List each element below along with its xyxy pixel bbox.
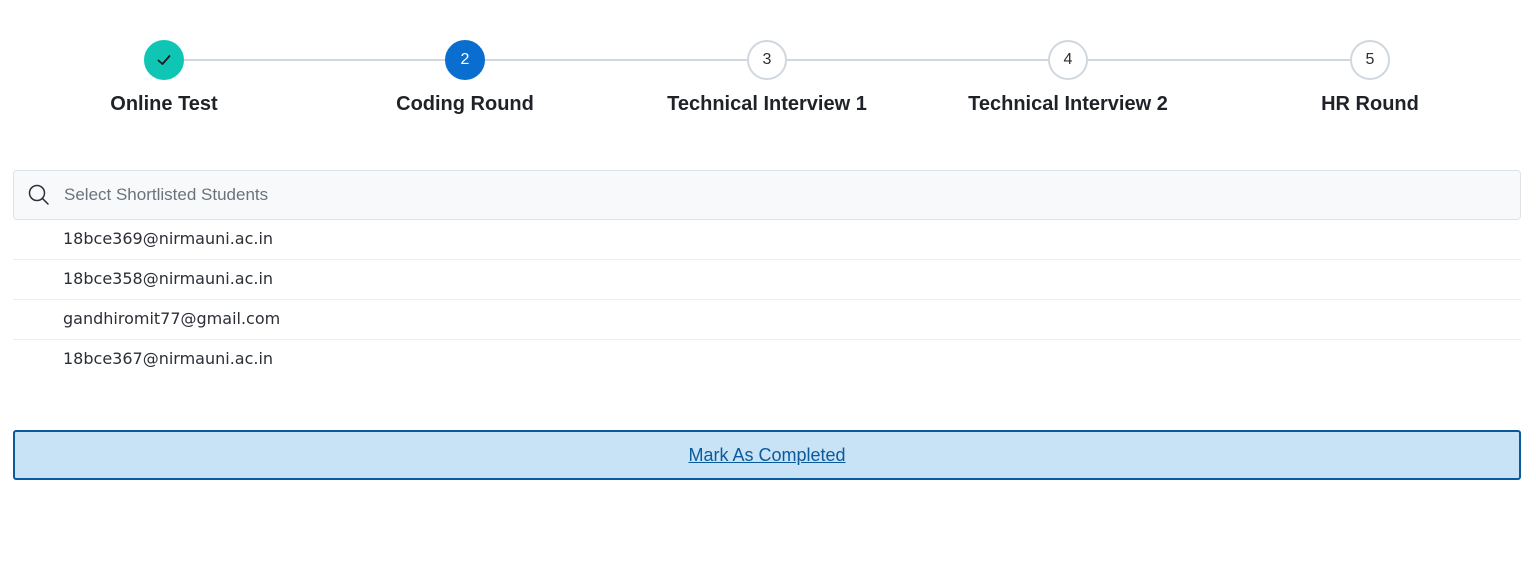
student-option[interactable]: gandhiromit77@gmail.com: [13, 300, 1521, 340]
student-search-box[interactable]: [13, 170, 1521, 220]
mark-as-completed-button[interactable]: Mark As Completed: [13, 430, 1521, 480]
step-3-circle: 3: [747, 40, 787, 80]
step-technical-interview-1[interactable]: 3 Technical Interview 1: [617, 40, 917, 116]
step-label: Coding Round: [396, 93, 534, 115]
step-2-circle: 2: [445, 40, 485, 80]
step-technical-interview-2[interactable]: 4 Technical Interview 2: [918, 40, 1218, 116]
step-coding-round[interactable]: 2 Coding Round: [315, 40, 615, 116]
step-label: Technical Interview 1: [667, 93, 867, 115]
student-option[interactable]: 18bce358@nirmauni.ac.in: [13, 260, 1521, 300]
student-option[interactable]: 18bce369@nirmauni.ac.in: [13, 220, 1521, 260]
round-stepper: Online Test 2 Coding Round 3 Technical I…: [0, 0, 1536, 130]
step-4-circle: 4: [1048, 40, 1088, 80]
step-5-circle: 5: [1350, 40, 1390, 80]
step-online-test[interactable]: Online Test: [14, 40, 314, 116]
step-1-circle: [144, 40, 184, 80]
student-option[interactable]: 18bce367@nirmauni.ac.in: [13, 340, 1521, 380]
search-input[interactable]: [64, 172, 1520, 218]
shortlisted-student-list: 18bce369@nirmauni.ac.in 18bce358@nirmaun…: [13, 220, 1521, 380]
search-icon: [14, 171, 64, 219]
step-hr-round[interactable]: 5 HR Round: [1220, 40, 1520, 116]
check-icon: [157, 55, 171, 65]
step-label: Technical Interview 2: [968, 93, 1168, 115]
step-label: Online Test: [110, 93, 218, 115]
step-label: HR Round: [1321, 93, 1419, 115]
